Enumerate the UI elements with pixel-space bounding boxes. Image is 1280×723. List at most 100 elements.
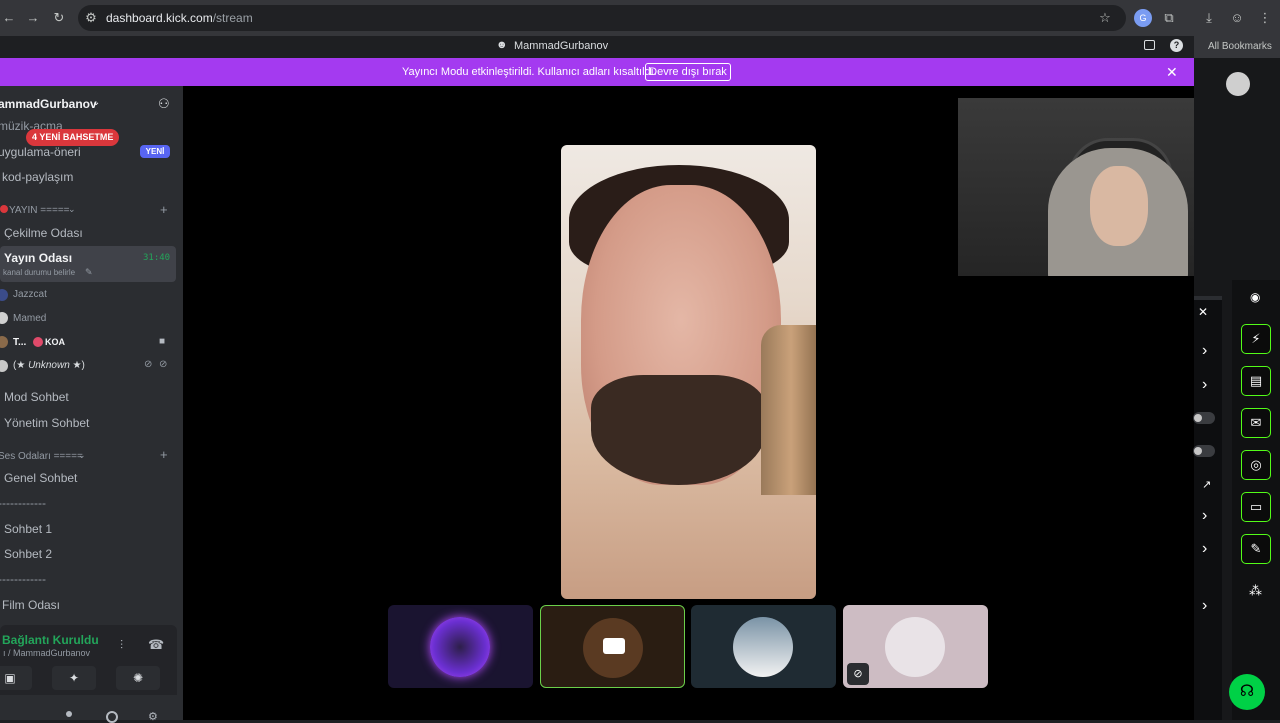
toggle-switch[interactable] [1193, 412, 1215, 424]
server-name[interactable]: ammadGurbanov [0, 97, 97, 111]
settings-icon[interactable]: ⚙ [148, 710, 158, 723]
help-icon[interactable]: ? [1170, 39, 1183, 52]
browser-toolbar: ← → ↻ ⚙ dashboard.kick.com/stream ☆ G ⧉ … [0, 0, 1280, 36]
camera-focus-icon[interactable]: ◉ [1250, 290, 1260, 304]
avatar[interactable] [1226, 72, 1250, 96]
apps-icon[interactable]: ⁂ [1249, 583, 1262, 599]
channel-sohbet-2[interactable]: Sohbet 2 [4, 547, 52, 561]
chevron-right-icon[interactable]: › [1202, 507, 1207, 525]
close-icon[interactable]: ✕ [1198, 305, 1208, 319]
deafen-icon: ⊘ [159, 359, 168, 370]
channel-film-odasi[interactable]: Film Odası [2, 598, 60, 612]
user-t[interactable]: T... [13, 337, 26, 348]
chevron-right-icon[interactable]: › [1202, 342, 1207, 360]
user-jazzcat[interactable]: Jazzcat [13, 289, 47, 300]
category-yayin[interactable]: YAYIN ===== [9, 205, 70, 216]
wrench-icon[interactable]: ✎ [1241, 534, 1271, 564]
user-unknown-wrap[interactable]: (★ Unknown ★) [13, 360, 85, 371]
close-icon[interactable]: ✕ [1166, 64, 1178, 81]
add-channel-icon[interactable]: + [160, 447, 168, 462]
broadcast-icon[interactable]: ◎ [1241, 450, 1271, 480]
chevron-down-icon[interactable]: ⌄ [78, 450, 86, 461]
avatar [733, 617, 793, 677]
all-bookmarks[interactable]: All Bookmarks [1194, 36, 1280, 58]
collapsed-panel [1194, 296, 1222, 720]
forward-icon[interactable]: → [24, 9, 42, 27]
add-channel-icon[interactable]: + [160, 202, 168, 217]
reload-icon[interactable]: ↻ [50, 9, 68, 27]
channel-genel-sohbet[interactable]: Genel Sohbet [4, 471, 77, 485]
screen-share-button[interactable]: ▣ [0, 666, 32, 690]
video-background [761, 325, 816, 495]
channel-cekilme[interactable]: Çekilme Odası [4, 226, 83, 240]
channel-status[interactable]: kanal durumu belirle [3, 268, 75, 277]
disable-button[interactable]: Devre dışı bırak [645, 63, 731, 81]
external-link-icon[interactable]: ↗ [1202, 478, 1211, 491]
invite-icon[interactable]: ⚇ [158, 96, 170, 112]
extensions-icon[interactable]: ⧉ [1160, 9, 1178, 27]
mute-icon: ⊘ [144, 359, 153, 370]
url-text[interactable]: dashboard.kick.com/stream [106, 11, 253, 25]
active-room-name[interactable]: Yayın Odası [4, 251, 72, 265]
pencil-icon[interactable]: ✎ [85, 267, 93, 278]
chevron-down-icon[interactable]: ⌄ [92, 97, 100, 108]
channel-sohbet-1[interactable]: Sohbet 1 [4, 522, 52, 536]
participant-tile[interactable] [691, 605, 836, 688]
disconnect-icon[interactable]: ☎ [148, 637, 164, 653]
camera-icon: ■ [159, 336, 166, 347]
noise-suppression-icon[interactable]: ⫶ [120, 638, 123, 653]
mentions-badge[interactable]: 4 YENİ BAHSETME [26, 129, 120, 146]
channel-mod-sohbet[interactable]: Mod Sohbet [4, 390, 69, 404]
user-mamed[interactable]: Mamed [13, 313, 46, 324]
server-icon: ☻ [496, 39, 508, 51]
video-off-icon: ⊘ [847, 663, 869, 685]
chevron-right-icon[interactable]: › [1202, 376, 1207, 394]
download-icon[interactable]: ⤓ [1200, 9, 1218, 27]
banner-text: Yayıncı Modu etkinleştirildi. Kullanıcı … [402, 66, 657, 78]
category-ses[interactable]: Ses Odaları ===== [0, 451, 83, 462]
chat-icon[interactable]: ✉ [1241, 408, 1271, 438]
video-beard [591, 375, 766, 485]
red-dot-icon [0, 205, 8, 213]
streamer-mode-banner: Yayıncı Modu etkinleştirildi. Kullanıcı … [0, 58, 1194, 86]
channel-divider[interactable]: ------------ [0, 496, 46, 510]
chevron-right-icon[interactable]: › [1202, 597, 1207, 615]
menu-icon[interactable]: ⋮ [1256, 9, 1274, 27]
layout-icon[interactable]: ▭ [1241, 492, 1271, 522]
user-unknown[interactable]: Unknown [28, 360, 70, 371]
participant-tile[interactable] [540, 605, 685, 688]
main-video-feed[interactable] [561, 145, 816, 599]
participant-tile[interactable] [388, 605, 533, 688]
webcam-face [1090, 166, 1148, 246]
voice-status[interactable]: Bağlantı Kuruldu [2, 633, 99, 647]
site-settings-icon[interactable]: ⚙ [82, 9, 100, 27]
mic-icon[interactable] [66, 711, 72, 717]
user-koa[interactable]: KOA [45, 337, 65, 347]
channel-uygulama[interactable]: uygulama-öneri [0, 145, 81, 159]
back-icon[interactable]: ← [0, 9, 18, 27]
voice-channel[interactable]: ı / MammadGurbanov [3, 648, 90, 658]
window-title: MammadGurbanov [514, 40, 609, 52]
channel-yonetim-sohbet[interactable]: Yönetim Sohbet [4, 416, 89, 430]
activities-button[interactable]: ✦ [52, 666, 96, 690]
toggle-switch[interactable] [1193, 445, 1215, 457]
support-chat-icon[interactable]: ☊ [1229, 674, 1265, 710]
discord-title-bar: ☻ MammadGurbanov ? [0, 36, 1194, 58]
room-timer: 31:40 [143, 253, 171, 263]
inbox-icon[interactable] [1144, 40, 1155, 50]
chevron-down-icon[interactable]: ⌄ [68, 204, 76, 215]
profile-icon[interactable]: G [1134, 9, 1152, 27]
address-bar[interactable]: ⚙ dashboard.kick.com/stream ☆ [78, 5, 1126, 31]
headset-icon[interactable] [106, 711, 118, 723]
soundboard-button[interactable]: ✺ [116, 666, 160, 690]
avatar [885, 617, 945, 677]
notes-icon[interactable]: ▤ [1241, 366, 1271, 396]
channel-divider[interactable]: ------------ [0, 572, 46, 586]
participant-tile[interactable]: ⊘ [843, 605, 988, 688]
chevron-right-icon[interactable]: › [1202, 540, 1207, 558]
channel-kod[interactable]: kod-paylaşım [2, 170, 73, 184]
new-badge: YENİ [140, 145, 170, 158]
avatar-icon[interactable]: ☺ [1228, 9, 1246, 27]
lightning-icon[interactable]: ⚡ [1241, 324, 1271, 354]
bookmark-star-icon[interactable]: ☆ [1096, 9, 1114, 27]
